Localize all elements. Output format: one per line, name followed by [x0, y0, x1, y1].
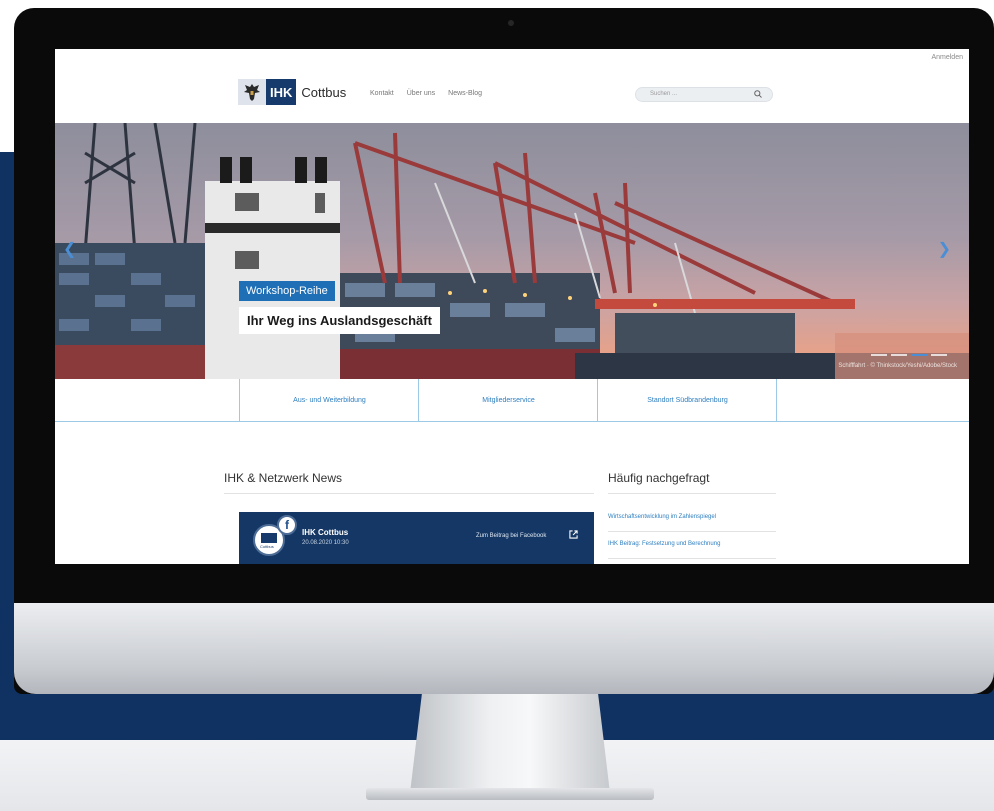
- eagle-icon: [238, 79, 266, 105]
- external-link-icon[interactable]: [569, 530, 578, 539]
- slider-prev-icon[interactable]: ❮: [63, 239, 76, 259]
- hero-image: [55, 123, 969, 379]
- search-placeholder: Suchen ...: [650, 91, 678, 97]
- logo-abbr: IHK: [266, 79, 297, 105]
- monitor-chin: [14, 603, 994, 694]
- search-input[interactable]: Suchen ...: [635, 87, 773, 102]
- divider: [608, 493, 776, 494]
- nav-item-ueber-uns[interactable]: Über uns: [407, 90, 435, 97]
- subnav-divider: [776, 379, 777, 421]
- divider: [608, 558, 776, 559]
- facebook-post-link[interactable]: Zum Beitrag bei Facebook: [476, 533, 546, 539]
- avatar-label: Cottbus: [260, 544, 274, 549]
- avatar-logo: [261, 533, 277, 543]
- sub-navigation: Aus- und Weiterbildung Mitgliederservice…: [55, 379, 969, 422]
- search-icon[interactable]: [753, 89, 763, 99]
- monitor-stand: [410, 693, 610, 793]
- hero-headline[interactable]: Ihr Weg ins Auslandsgeschäft: [239, 307, 440, 334]
- logo-city: Cottbus: [301, 84, 347, 100]
- divider: [608, 531, 776, 532]
- subnav-item-ausbildung[interactable]: Aus- und Weiterbildung: [239, 379, 419, 421]
- slider-dot-active[interactable]: [911, 354, 927, 356]
- nav-item-news-blog[interactable]: News-Blog: [448, 90, 482, 97]
- hero-slider[interactable]: ❮ ❯ Workshop-Reihe Ihr Weg ins Auslandsg…: [55, 123, 969, 379]
- ihk-logo[interactable]: IHK Cottbus: [238, 79, 346, 105]
- slider-dot[interactable]: [871, 354, 887, 356]
- faq-link[interactable]: Wirtschaftsentwicklung im Zahlenspiegel: [608, 514, 716, 520]
- login-link[interactable]: Anmelden: [931, 54, 963, 61]
- image-credit: Schifffahrt · © Thinkstock/Yeshi/Adobe/S…: [838, 363, 957, 369]
- slider-dot[interactable]: [891, 354, 907, 356]
- main-nav: Kontakt Über uns News-Blog: [370, 90, 482, 97]
- post-author: IHK Cottbus: [302, 528, 349, 537]
- slider-next-icon[interactable]: ❯: [938, 239, 951, 259]
- facebook-icon: f: [277, 515, 297, 535]
- divider: [224, 493, 594, 494]
- faq-section-title: Häufig nachgefragt: [608, 471, 710, 485]
- post-date: 20.08.2020 10:30: [302, 540, 349, 546]
- website-screen: Anmelden IHK Cottbus Kontakt Über uns Ne…: [55, 49, 969, 564]
- slider-dot[interactable]: [931, 354, 947, 356]
- hero-badge[interactable]: Workshop-Reihe: [239, 281, 335, 301]
- faq-link[interactable]: IHK Beitrag: Festsetzung und Berechnung: [608, 541, 720, 547]
- news-section-title: IHK & Netzwerk News: [224, 471, 343, 485]
- slider-indicator: [871, 354, 947, 356]
- facebook-post-card[interactable]: Cottbus f IHK Cottbus 20.08.2020 10:30 Z…: [239, 512, 594, 564]
- nav-item-kontakt[interactable]: Kontakt: [370, 90, 394, 97]
- subnav-item-mitgliederservice[interactable]: Mitgliederservice: [418, 379, 598, 421]
- monitor-stand-base: [366, 788, 654, 800]
- subnav-item-standort[interactable]: Standort Südbrandenburg: [597, 379, 777, 421]
- camera-icon: [508, 20, 514, 26]
